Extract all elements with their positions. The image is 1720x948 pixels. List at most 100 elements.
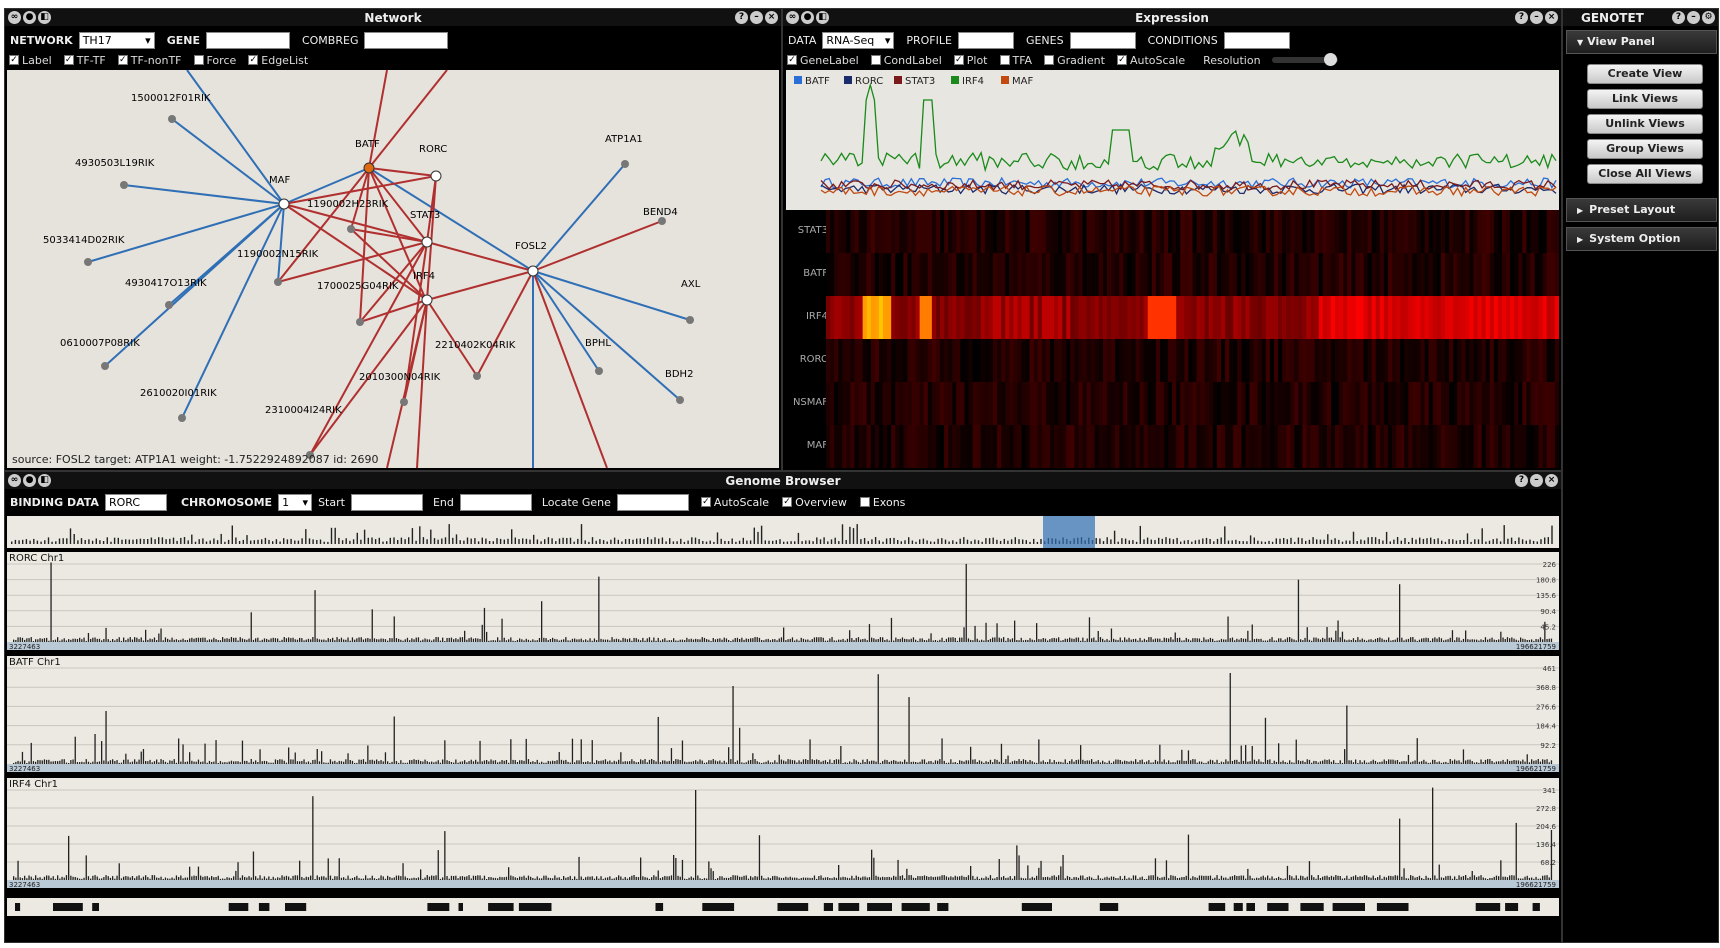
group-views-button[interactable]: Group Views: [1587, 139, 1703, 159]
option-exons[interactable]: Exons: [859, 496, 905, 509]
gene-block[interactable]: [285, 903, 307, 911]
checkbox[interactable]: ✓: [248, 55, 259, 65]
gene-block[interactable]: [458, 903, 464, 911]
network-titlebar[interactable]: ∞ ● ◧ Network ? – ×: [5, 9, 781, 26]
gene-block[interactable]: [838, 903, 860, 911]
gene-block[interactable]: [1505, 903, 1519, 911]
link-icon[interactable]: ∞: [8, 11, 21, 24]
checkbox[interactable]: [999, 55, 1010, 65]
option-genelabel[interactable]: ✓ GeneLabel: [787, 54, 859, 67]
gene-block[interactable]: [228, 903, 249, 911]
gene-block[interactable]: [867, 903, 892, 911]
overview-window[interactable]: [1043, 516, 1095, 548]
expression-titlebar[interactable]: ∞ ● ◧ Expression ? – ×: [783, 9, 1561, 26]
gene-block[interactable]: [1208, 903, 1226, 911]
option-tfa[interactable]: TFA: [999, 54, 1032, 67]
option-tf-nontf[interactable]: ✓ TF-nonTF: [117, 54, 182, 67]
gene-input[interactable]: [205, 31, 290, 49]
system-option-section[interactable]: ▶ System Option: [1566, 227, 1717, 251]
gene-block[interactable]: [92, 903, 99, 911]
binding-data-input[interactable]: RORC: [104, 493, 167, 511]
genome-tracks[interactable]: 226180.8135.690.445.2RORC Chr13227463 196…: [7, 516, 1559, 940]
end-input[interactable]: [459, 493, 532, 511]
gene-block[interactable]: [1376, 903, 1409, 911]
help-icon[interactable]: ?: [1672, 11, 1685, 24]
binding-track[interactable]: 226180.8135.690.445.2RORC Chr13227463 196…: [7, 552, 1559, 651]
close-all-views-button[interactable]: Close All Views: [1587, 164, 1703, 184]
node[interactable]: [595, 367, 603, 375]
preset-layout-section[interactable]: ▶ Preset Layout: [1566, 198, 1717, 222]
gene-block[interactable]: [1300, 903, 1324, 911]
checkbox[interactable]: [1044, 55, 1055, 65]
link-icon[interactable]: ∞: [786, 11, 799, 24]
node[interactable]: [676, 396, 684, 404]
gene-block[interactable]: [777, 903, 809, 911]
gene-block[interactable]: [1475, 903, 1501, 911]
layers-icon[interactable]: ◧: [38, 474, 51, 487]
node[interactable]: [527, 265, 539, 277]
node[interactable]: [356, 318, 364, 326]
network-canvas[interactable]: 1500012F01RIK 4930503L19RIK 5033414D02RI…: [7, 70, 779, 468]
checkbox[interactable]: ✓: [63, 55, 74, 65]
gene-block[interactable]: [1233, 903, 1243, 911]
gene-block[interactable]: [1246, 903, 1255, 911]
create-view-button[interactable]: Create View: [1587, 64, 1703, 84]
option-plot[interactable]: ✓ Plot: [953, 54, 988, 67]
gene-block[interactable]: [901, 903, 930, 911]
node[interactable]: [363, 162, 375, 174]
gene-block[interactable]: [427, 903, 450, 911]
option-overview[interactable]: ✓ Overview: [782, 496, 847, 509]
node[interactable]: [120, 181, 128, 189]
genome-titlebar[interactable]: ∞ ● ◧ Genome Browser ? – ×: [5, 472, 1561, 489]
gene-block[interactable]: [655, 903, 664, 911]
option-edgelist[interactable]: ✓ EdgeList: [248, 54, 308, 67]
node[interactable]: [168, 115, 176, 123]
minimize-icon[interactable]: –: [1687, 11, 1700, 24]
pin-icon[interactable]: ●: [801, 11, 814, 24]
gene-block[interactable]: [1532, 903, 1540, 911]
checkbox[interactable]: ✓: [1116, 55, 1127, 65]
expression-heatmap[interactable]: STAT3 BATF IRF4 RORC NSMAF MAF: [786, 210, 1559, 468]
view-panel-header[interactable]: ▼ View Panel: [1566, 30, 1717, 54]
minimize-icon[interactable]: –: [750, 11, 763, 24]
gene-block[interactable]: [258, 903, 270, 911]
node[interactable]: [178, 414, 186, 422]
checkbox[interactable]: [193, 55, 204, 65]
node[interactable]: [421, 236, 433, 248]
gene-block[interactable]: [1099, 903, 1119, 911]
data-select[interactable]: RNA-Seq ▾: [822, 31, 895, 49]
link-views-button[interactable]: Link Views: [1587, 89, 1703, 109]
layers-icon[interactable]: ◧: [38, 11, 51, 24]
option-force[interactable]: Force: [193, 54, 236, 67]
gene-block[interactable]: [488, 903, 514, 911]
start-input[interactable]: [350, 493, 423, 511]
pin-icon[interactable]: ●: [23, 474, 36, 487]
node[interactable]: [84, 258, 92, 266]
checkbox[interactable]: [859, 497, 870, 507]
gene-block[interactable]: [702, 903, 735, 911]
genes-input[interactable]: [1069, 31, 1136, 49]
node[interactable]: [658, 217, 666, 225]
checkbox[interactable]: ✓: [700, 497, 711, 507]
settings-icon[interactable]: ⚙: [1702, 11, 1715, 24]
node[interactable]: [686, 316, 694, 324]
binding-track[interactable]: 341272.8204.6136.468.2IRF4 Chr13227463 19…: [7, 778, 1559, 889]
option-autoscale[interactable]: ✓ AutoScale: [1116, 54, 1185, 67]
node[interactable]: [101, 362, 109, 370]
binding-track[interactable]: 461368.8276.6184.492.2BATF Chr13227463 19…: [7, 656, 1559, 773]
expression-line-plot[interactable]: BATF RORC STAT3 IRF4 MAF: [786, 70, 1559, 210]
gene-block[interactable]: [53, 903, 83, 911]
gene-block[interactable]: [823, 903, 833, 911]
genotet-titlebar[interactable]: GENOTET ? – ⚙: [1563, 9, 1718, 26]
close-icon[interactable]: ×: [765, 11, 778, 24]
chromosome-select[interactable]: 1 ▾: [278, 493, 313, 511]
checkbox[interactable]: [870, 55, 881, 65]
checkbox[interactable]: ✓: [787, 55, 797, 65]
option-label[interactable]: ✓ Label: [9, 54, 52, 67]
option-condlabel[interactable]: CondLabel: [870, 54, 942, 67]
conditions-input[interactable]: [1223, 31, 1290, 49]
option-tf-tf[interactable]: ✓ TF-TF: [63, 54, 106, 67]
profile-input[interactable]: [957, 31, 1014, 49]
node[interactable]: [430, 170, 442, 182]
checkbox[interactable]: ✓: [9, 55, 19, 65]
